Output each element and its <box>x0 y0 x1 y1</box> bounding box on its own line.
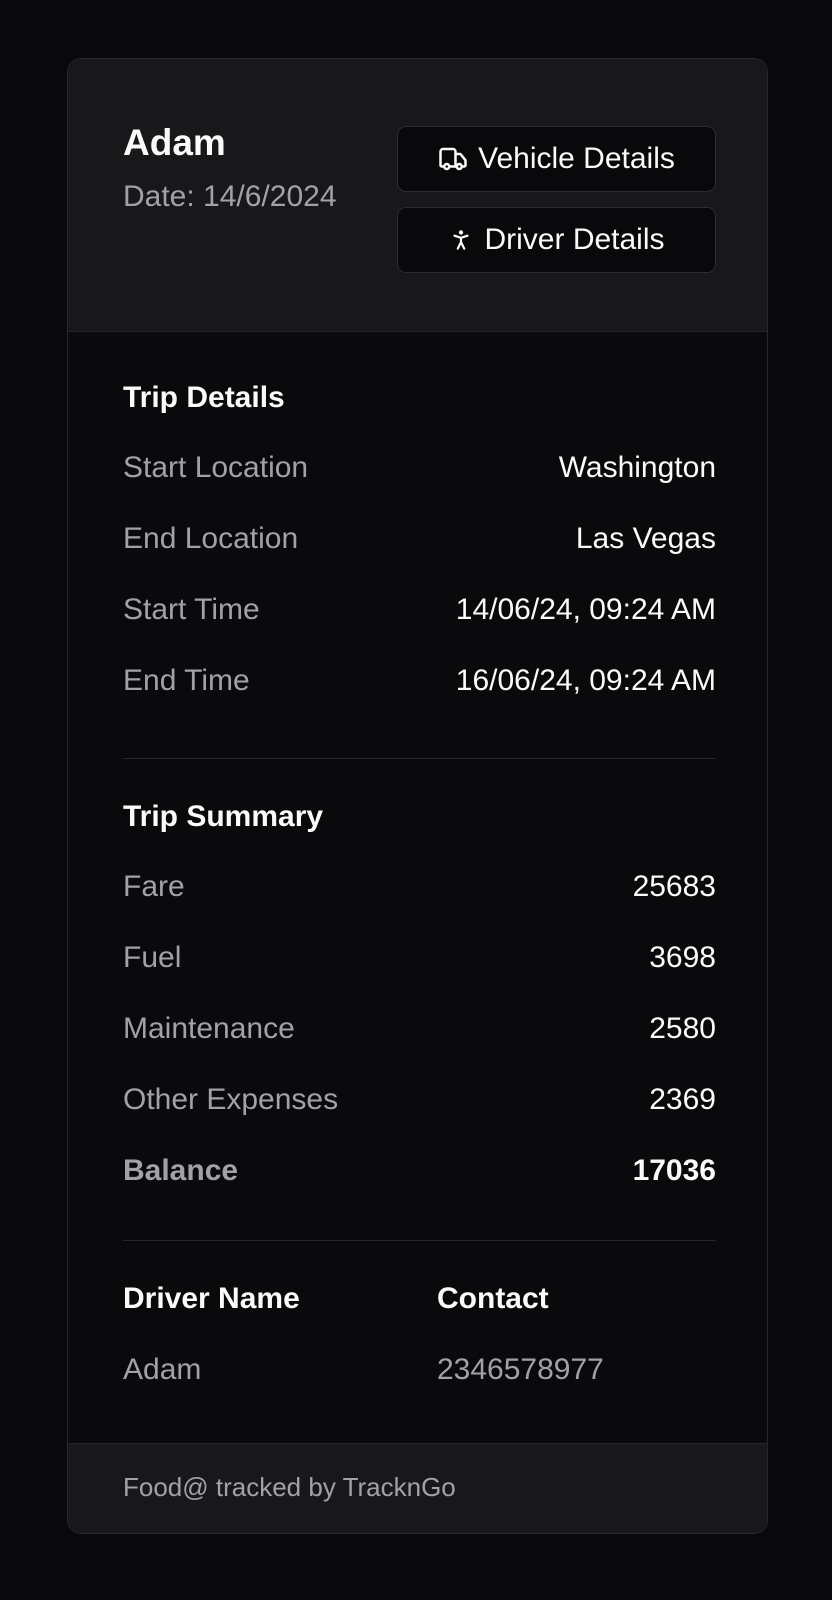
trip-detail-value: Washington <box>558 451 716 484</box>
trip-owner-name: Adam <box>123 122 226 163</box>
summary-row: Other Expenses 2369 <box>123 1080 716 1120</box>
trip-detail-label: End Location <box>123 522 299 555</box>
footer-text: Food@ tracked by TracknGo <box>123 1472 456 1502</box>
summary-label: Maintenance <box>123 1012 295 1045</box>
truck-icon <box>438 144 468 174</box>
trip-card: Adam Date: 14/6/2024 Vehicle Details Dri… <box>67 58 768 1534</box>
trip-detail-value: Las Vegas <box>575 522 716 555</box>
balance-label: Balance <box>123 1154 239 1187</box>
person-standing-icon <box>448 227 474 253</box>
summary-row: Fuel 3698 <box>123 938 716 978</box>
balance-value: 17036 <box>632 1154 716 1187</box>
trip-detail-value: 14/06/24, 09:24 AM <box>455 593 716 626</box>
vehicle-details-button[interactable]: Vehicle Details <box>397 126 716 192</box>
summary-value: 2369 <box>649 1083 716 1116</box>
trip-detail-row: End Time 16/06/24, 09:24 AM <box>123 661 716 701</box>
summary-value: 3698 <box>649 941 716 974</box>
vehicle-details-label: Vehicle Details <box>478 142 675 175</box>
summary-label: Fuel <box>123 941 182 974</box>
section-divider <box>123 1240 716 1241</box>
card-header: Adam Date: 14/6/2024 Vehicle Details Dri… <box>68 59 767 332</box>
trip-detail-label: End Time <box>123 664 250 697</box>
driver-name-header: Driver Name <box>123 1282 300 1315</box>
trip-detail-row: End Location Las Vegas <box>123 519 716 559</box>
balance-row: Balance 17036 <box>123 1151 716 1191</box>
trip-detail-label: Start Time <box>123 593 260 626</box>
trip-details-title: Trip Details <box>123 381 285 414</box>
driver-details-label: Driver Details <box>484 223 665 256</box>
summary-label: Fare <box>123 870 185 903</box>
summary-value: 2580 <box>649 1012 716 1045</box>
driver-details-button[interactable]: Driver Details <box>397 207 716 273</box>
driver-name-value: Adam <box>123 1353 202 1386</box>
summary-row: Maintenance 2580 <box>123 1009 716 1049</box>
trip-summary-title: Trip Summary <box>123 800 324 833</box>
section-divider <box>123 758 716 759</box>
contact-header: Contact <box>437 1282 549 1315</box>
trip-detail-label: Start Location <box>123 451 309 484</box>
summary-value: 25683 <box>632 870 716 903</box>
trip-detail-value: 16/06/24, 09:24 AM <box>455 664 716 697</box>
summary-row: Fare 25683 <box>123 867 716 907</box>
summary-label: Other Expenses <box>123 1083 339 1116</box>
trip-detail-row: Start Location Washington <box>123 448 716 488</box>
contact-value: 2346578977 <box>437 1353 604 1386</box>
card-footer: Food@ tracked by TracknGo <box>68 1443 767 1533</box>
trip-date: Date: 14/6/2024 <box>123 180 337 213</box>
trip-detail-row: Start Time 14/06/24, 09:24 AM <box>123 590 716 630</box>
